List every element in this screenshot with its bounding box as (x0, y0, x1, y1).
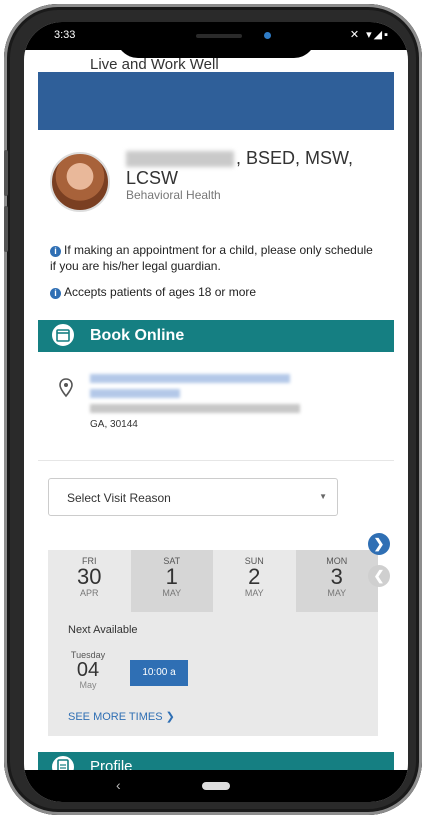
visit-reason-value: Select Visit Reason (67, 491, 171, 505)
avatar (50, 152, 110, 212)
day-number: 2 (248, 564, 261, 589)
day-column-mon[interactable]: MON 3 MAY (295, 550, 378, 612)
divider (38, 460, 394, 461)
book-online-label: Book Online (90, 327, 185, 344)
see-more-times-link[interactable]: SEE MORE TIMES ❯ (68, 710, 175, 723)
provider-address: GA, 30144 (90, 374, 380, 430)
child-notice-text: If making an appointment for a child, pl… (50, 243, 373, 273)
provider-credentials-line2: LCSW (126, 168, 179, 188)
time-slot-button[interactable]: 10:00 a (130, 660, 188, 686)
redacted-practice-name-line2 (90, 389, 180, 398)
provider-specialty: Behavioral Health (126, 188, 221, 202)
status-icons: ✕ ▾◢▪ (349, 29, 390, 41)
day-column-sun[interactable]: SUN 2 MAY (213, 550, 296, 612)
volume-up-button (4, 150, 8, 196)
back-button[interactable]: ‹ (116, 777, 121, 793)
age-notice: i Accepts patients of ages 18 or more (50, 284, 380, 300)
day-strip: FRI 30 APR SAT 1 MAY SUN 2 MAY MON 3 MAY (48, 550, 378, 612)
day-number: 3 (330, 564, 343, 589)
home-button[interactable] (202, 782, 230, 790)
age-notice-text: Accepts patients of ages 18 or more (64, 285, 257, 299)
day-column-fri[interactable]: FRI 30 APR (48, 550, 131, 612)
speaker (196, 34, 242, 38)
book-online-bar[interactable]: Book Online (38, 320, 394, 352)
address-city: GA, 30144 (90, 419, 138, 430)
redacted-practice-name[interactable] (90, 374, 290, 383)
child-notice: i If making an appointment for a child, p… (50, 242, 380, 274)
next-available-label: Next Available (68, 624, 138, 636)
info-icon: i (50, 246, 61, 257)
status-time: 3:33 (54, 29, 76, 41)
provider-credentials: , BSED, MSW, (236, 148, 354, 168)
previous-days-button[interactable]: ❮ (368, 565, 390, 587)
redacted-name (126, 151, 234, 168)
availability-calendar: FRI 30 APR SAT 1 MAY SUN 2 MAY MON 3 MAY… (48, 550, 378, 736)
screen: 3:33 ✕ ▾◢▪ Live and Work Well , BSED, MS… (24, 22, 408, 802)
header-text: Live and Work Well (90, 56, 219, 73)
system-nav-bar: ‹ (24, 770, 408, 802)
chevron-down-icon: ▼ (319, 492, 327, 501)
next-day-number: 04 (76, 659, 100, 681)
calendar-icon (50, 322, 76, 348)
day-month: MAY (244, 588, 264, 598)
next-day-month: May (79, 680, 97, 690)
volume-down-button (4, 206, 8, 252)
provider-card: , BSED, MSW, LCSW Behavioral Health i If … (38, 130, 394, 782)
notch (116, 22, 316, 58)
next-days-button[interactable]: ❯ (368, 533, 390, 555)
provider-name: , BSED, MSW, LCSW (126, 148, 386, 188)
header-band (38, 72, 394, 130)
visit-reason-select[interactable]: Select Visit Reason ▼ (48, 478, 338, 516)
info-icon: i (50, 288, 61, 299)
day-month: APR (79, 588, 99, 598)
day-month: MAY (162, 588, 182, 598)
day-number: 1 (165, 564, 178, 589)
next-available-date: Tuesday 04 May (68, 650, 108, 690)
day-number: 30 (77, 564, 102, 589)
day-column-sat[interactable]: SAT 1 MAY (130, 550, 213, 612)
redacted-street (90, 404, 300, 413)
location-pin-icon (59, 378, 73, 398)
day-month: MAY (327, 588, 347, 598)
camera-icon (264, 32, 271, 39)
